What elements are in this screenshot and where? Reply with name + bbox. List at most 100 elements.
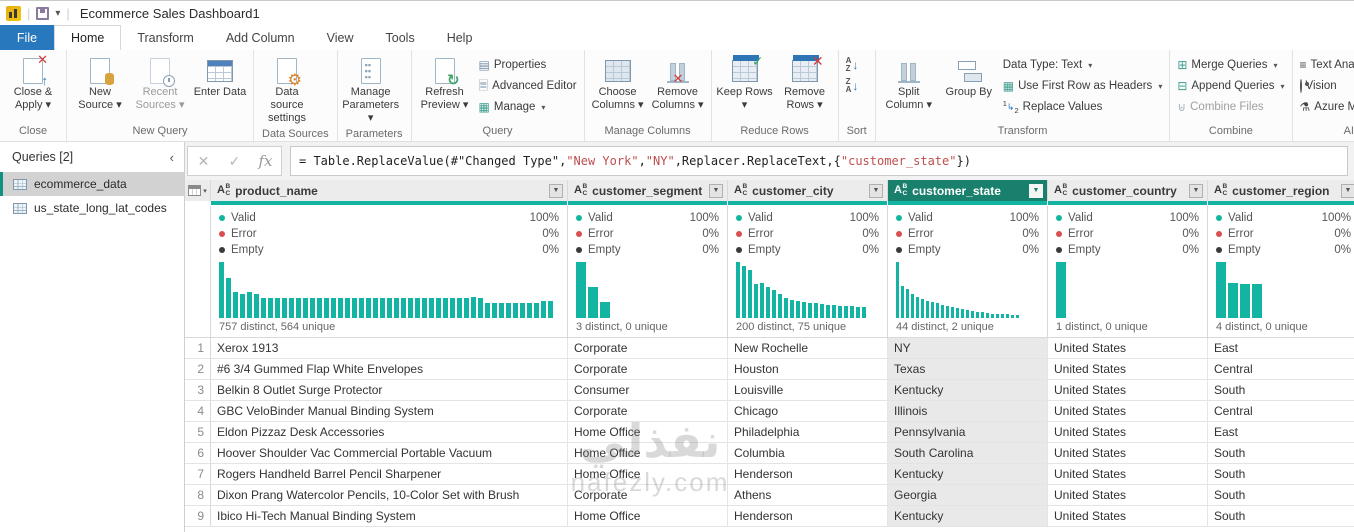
cell-customer-region[interactable]: Central <box>1208 401 1354 422</box>
remove-rows-button[interactable]: ✕ Remove Rows ▾ <box>776 52 834 112</box>
advanced-editor-button[interactable]: 🗏 Advanced Editor <box>476 77 580 95</box>
cell-customer-city[interactable]: Henderson <box>728 506 888 527</box>
column-header-customer-segment[interactable]: A B C customer_segment ▼ <box>568 180 728 201</box>
cell-customer-country[interactable]: United States <box>1048 422 1208 443</box>
column-header-customer-country[interactable]: A B C customer_country ▼ <box>1048 180 1208 201</box>
row-number[interactable]: 8 <box>185 485 211 506</box>
remove-columns-button[interactable]: ✕ Remove Columns ▾ <box>649 52 707 112</box>
fx-icon[interactable]: fx <box>250 147 281 175</box>
cell-customer-segment[interactable]: Consumer <box>568 380 728 401</box>
cell-customer-state[interactable]: Kentucky <box>888 506 1048 527</box>
group-by-button[interactable]: Group By <box>940 52 998 99</box>
cell-product-name[interactable]: #6 3/4 Gummed Flap White Envelopes <box>211 359 568 380</box>
cell-customer-state[interactable]: Kentucky <box>888 380 1048 401</box>
cell-customer-region[interactable]: South <box>1208 464 1354 485</box>
sort-sort-az-button[interactable]: A Z ↓ <box>843 56 862 74</box>
cell-customer-state[interactable]: South Carolina <box>888 443 1048 464</box>
filter-dropdown-icon[interactable]: ▼ <box>549 183 563 198</box>
manage-button[interactable]: ▦ Manage ▾ <box>476 98 580 116</box>
row-number[interactable]: 2 <box>185 359 211 380</box>
text-analytics-button[interactable]: ≡Text Analytics <box>1297 56 1354 74</box>
tab-view[interactable]: View <box>311 25 370 50</box>
cell-customer-region[interactable]: East <box>1208 338 1354 359</box>
data-type-text-button[interactable]: Data Type: Text ▾ <box>1000 56 1166 74</box>
cell-customer-state[interactable]: NY <box>888 338 1048 359</box>
cell-product-name[interactable]: Xerox 1913 <box>211 338 568 359</box>
cell-customer-segment[interactable]: Corporate <box>568 401 728 422</box>
append-queries-button[interactable]: ⊟ Append Queries ▾ <box>1174 77 1287 95</box>
column-header-product-name[interactable]: A B C product_name ▼ <box>211 180 568 201</box>
refresh-preview-button[interactable]: ↻ Refresh Preview ▾ <box>416 52 474 112</box>
cell-customer-country[interactable]: United States <box>1048 338 1208 359</box>
cell-customer-country[interactable]: United States <box>1048 401 1208 422</box>
cell-customer-segment[interactable]: Home Office <box>568 506 728 527</box>
cell-customer-country[interactable]: United States <box>1048 506 1208 527</box>
recent-sources-button[interactable]: Recent Sources ▾ <box>131 52 189 112</box>
column-header-customer-state[interactable]: A B C customer_state ▼ <box>888 180 1048 201</box>
cell-product-name[interactable]: Ibico Hi-Tech Manual Binding System <box>211 506 568 527</box>
cell-customer-city[interactable]: New Rochelle <box>728 338 888 359</box>
cell-customer-segment[interactable]: Home Office <box>568 464 728 485</box>
row-number[interactable]: 1 <box>185 338 211 359</box>
filter-dropdown-icon[interactable]: ▼ <box>869 183 883 198</box>
cell-customer-city[interactable]: Louisville <box>728 380 888 401</box>
cell-customer-country[interactable]: United States <box>1048 443 1208 464</box>
cancel-formula-icon[interactable]: ✕ <box>188 147 219 175</box>
column-header-customer-city[interactable]: A B C customer_city ▼ <box>728 180 888 201</box>
tab-home[interactable]: Home <box>54 25 122 50</box>
collapse-panel-icon[interactable]: ‹ <box>170 150 174 165</box>
save-icon[interactable] <box>36 6 50 20</box>
filter-dropdown-icon[interactable]: ▼ <box>709 183 723 198</box>
row-number[interactable]: 4 <box>185 401 211 422</box>
cell-customer-region[interactable]: South <box>1208 443 1354 464</box>
choose-columns-button[interactable]: Choose Columns ▾ <box>589 52 647 112</box>
cell-customer-state[interactable]: Kentucky <box>888 464 1048 485</box>
cell-product-name[interactable]: Belkin 8 Outlet Surge Protector <box>211 380 568 401</box>
commit-formula-icon[interactable]: ✓ <box>219 147 250 175</box>
properties-button[interactable]: ▤ Properties <box>476 56 580 74</box>
cell-customer-region[interactable]: Central <box>1208 359 1354 380</box>
close-apply-button[interactable]: ✕ ↑ Close & Apply ▾ <box>4 52 62 112</box>
filter-dropdown-icon[interactable]: ▼ <box>1341 183 1354 198</box>
combine-files-button[interactable]: ⊎ Combine Files <box>1174 98 1287 116</box>
cell-customer-segment[interactable]: Home Office <box>568 443 728 464</box>
row-number[interactable]: 7 <box>185 464 211 485</box>
enter-data-button[interactable]: Enter Data <box>191 52 249 99</box>
row-number[interactable]: 9 <box>185 506 211 527</box>
sort-sort-za-button[interactable]: Z A ↓ <box>843 77 862 95</box>
cell-product-name[interactable]: Dixon Prang Watercolor Pencils, 10-Color… <box>211 485 568 506</box>
cell-customer-region[interactable]: South <box>1208 506 1354 527</box>
cell-customer-state[interactable]: Texas <box>888 359 1048 380</box>
cell-customer-region[interactable]: East <box>1208 422 1354 443</box>
cell-customer-region[interactable]: South <box>1208 380 1354 401</box>
filter-dropdown-icon[interactable]: ▼ <box>1189 183 1203 198</box>
cell-customer-country[interactable]: United States <box>1048 359 1208 380</box>
cell-product-name[interactable]: Rogers Handheld Barrel Pencil Sharpener <box>211 464 568 485</box>
split-column-button[interactable]: Split Column ▾ <box>880 52 938 112</box>
query-item-us-state-long-lat-codes[interactable]: us_state_long_lat_codes <box>0 196 184 220</box>
data-source-settings-button[interactable]: ⚙ Data source settings <box>258 52 316 126</box>
formula-input[interactable]: = Table.ReplaceValue(#"Changed Type", "Ne… <box>290 146 1348 176</box>
cell-product-name[interactable]: GBC VeloBinder Manual Binding System <box>211 401 568 422</box>
vision-button[interactable]: Vision <box>1297 77 1354 95</box>
tab-tools[interactable]: Tools <box>370 25 431 50</box>
tab-help[interactable]: Help <box>431 25 489 50</box>
cell-customer-city[interactable]: Houston <box>728 359 888 380</box>
tab-add-column[interactable]: Add Column <box>210 25 311 50</box>
new-source-button[interactable]: New Source ▾ <box>71 52 129 112</box>
replace-values-button[interactable]: 1↳2 Replace Values <box>1000 98 1166 116</box>
azure-machine-learning-button[interactable]: ⚗Azure Machine Learning <box>1297 98 1354 116</box>
cell-customer-segment[interactable]: Corporate <box>568 359 728 380</box>
cell-customer-country[interactable]: United States <box>1048 464 1208 485</box>
cell-customer-segment[interactable]: Home Office <box>568 422 728 443</box>
cell-product-name[interactable]: Hoover Shoulder Vac Commercial Portable … <box>211 443 568 464</box>
cell-customer-state[interactable]: Georgia <box>888 485 1048 506</box>
row-number[interactable]: 5 <box>185 422 211 443</box>
cell-customer-country[interactable]: United States <box>1048 485 1208 506</box>
cell-customer-city[interactable]: Philadelphia <box>728 422 888 443</box>
quick-access-dropdown-icon[interactable]: ▾ <box>55 8 60 19</box>
cell-customer-city[interactable]: Chicago <box>728 401 888 422</box>
tab-file[interactable]: File <box>0 25 54 50</box>
merge-queries-button[interactable]: ⊞ Merge Queries ▾ <box>1174 56 1287 74</box>
cell-customer-city[interactable]: Athens <box>728 485 888 506</box>
